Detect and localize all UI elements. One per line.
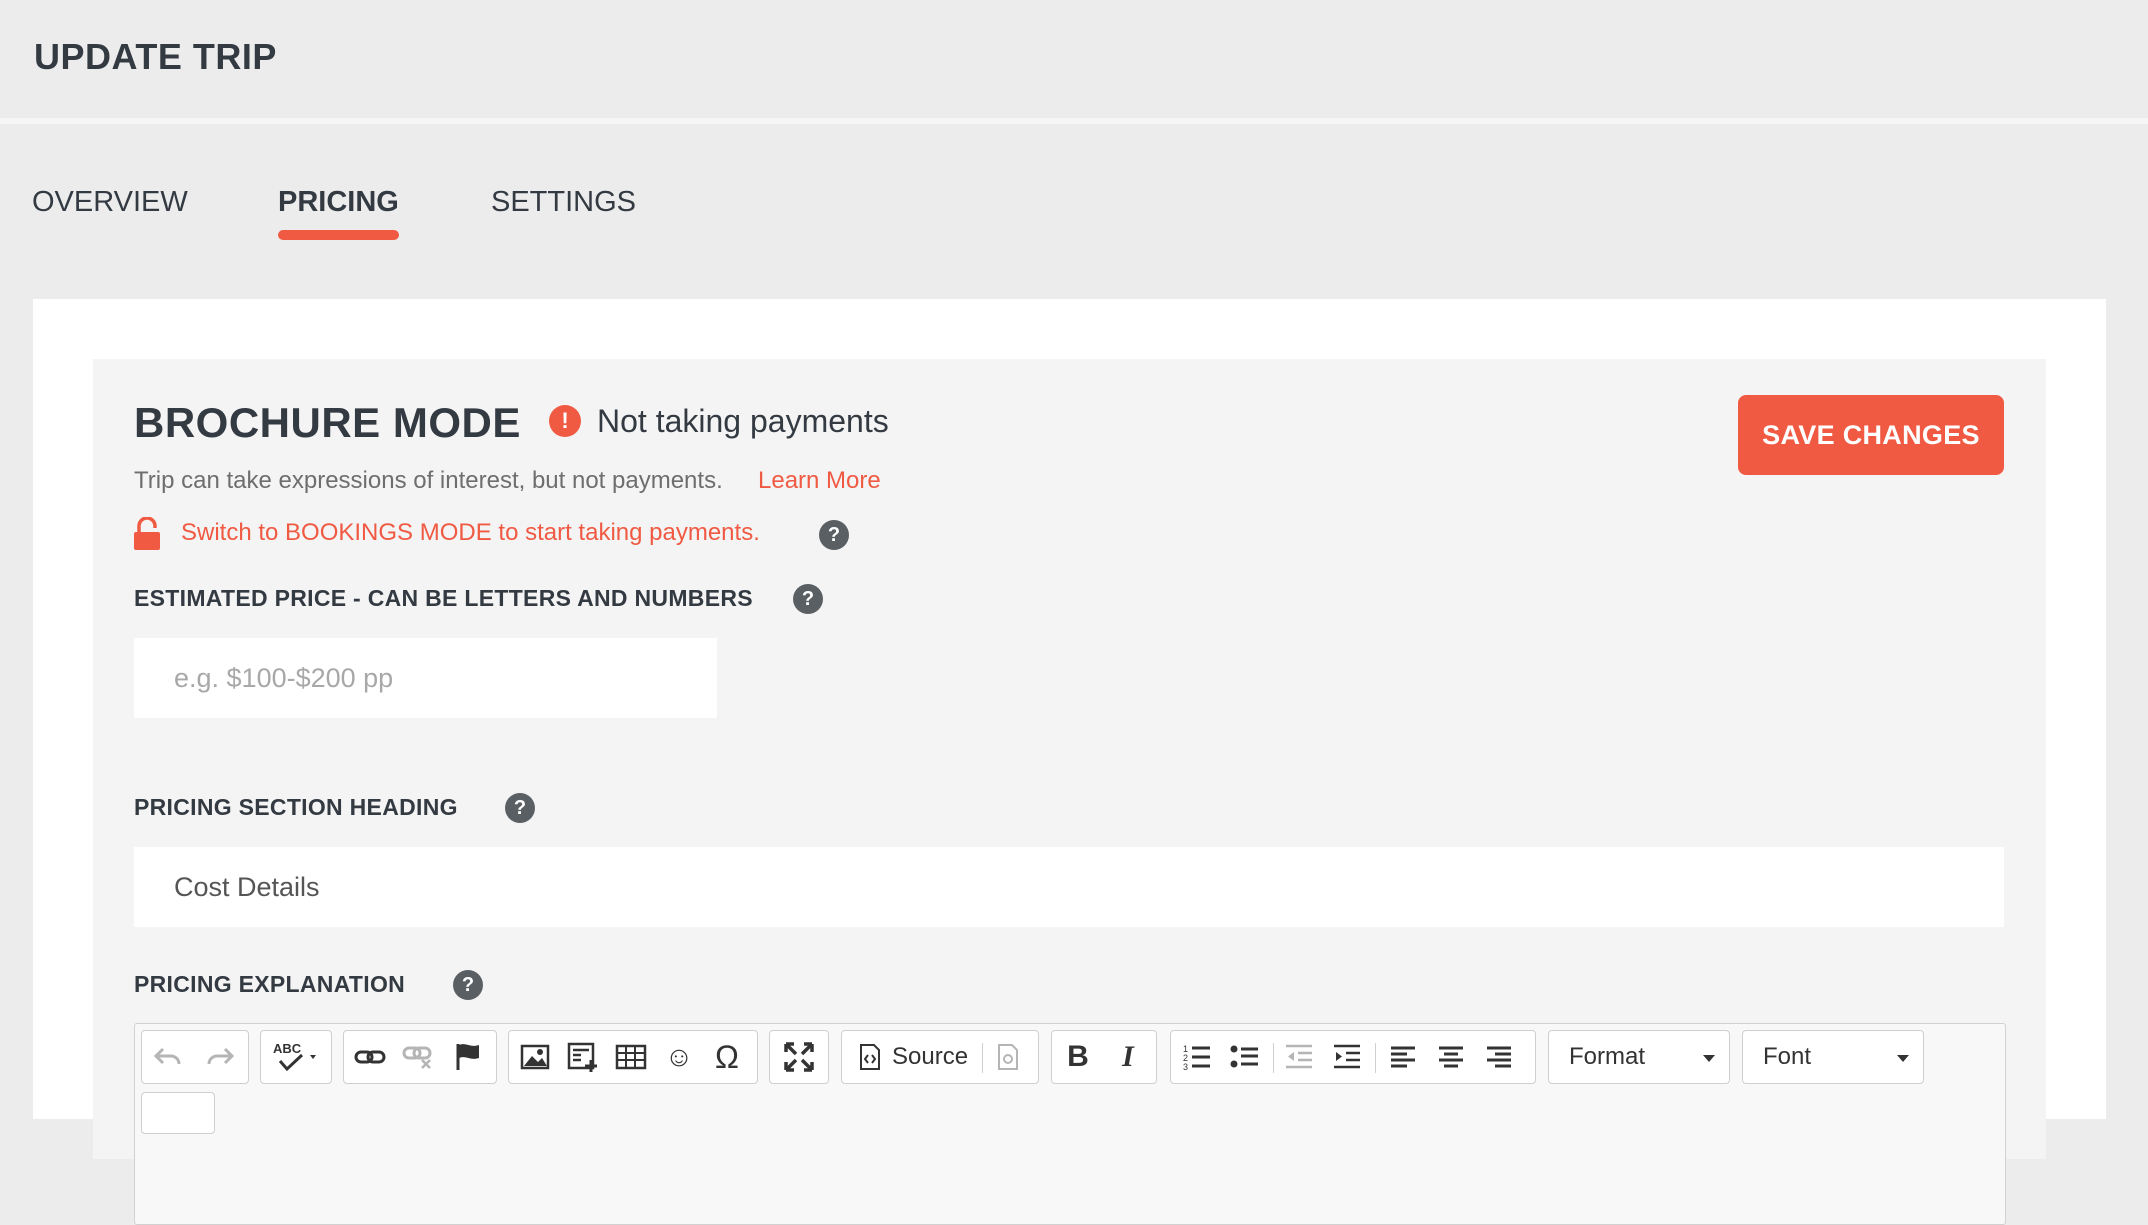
tab-overview[interactable]: OVERVIEW — [32, 186, 188, 219]
image-icon[interactable] — [515, 1037, 555, 1077]
format-dropdown[interactable]: Format — [1548, 1030, 1730, 1084]
exclamation-icon: ! — [549, 405, 581, 437]
table-icon[interactable] — [611, 1037, 651, 1077]
pricing-heading-input[interactable] — [134, 847, 2004, 927]
pricing-heading-label: PRICING SECTION HEADING — [134, 794, 458, 820]
toolbar-separator — [982, 1043, 983, 1073]
top-bar: UPDATE TRIP — [0, 0, 2148, 124]
template-icon[interactable] — [563, 1037, 603, 1077]
rich-text-editor: ABC ☺ Ω Source B I 1 2 3 Format Font — [134, 1023, 2006, 1225]
switch-help-icon[interactable]: ? — [819, 520, 849, 550]
spellcheck-icon[interactable]: ABC — [269, 1037, 325, 1077]
source-button-label[interactable]: Source — [892, 1043, 968, 1071]
pricing-heading-help-icon[interactable]: ? — [505, 793, 535, 823]
undo-icon[interactable] — [148, 1037, 188, 1077]
history-toolbar-group — [141, 1030, 249, 1084]
source-code-icon[interactable] — [850, 1037, 890, 1077]
pricing-explanation-help-icon[interactable]: ? — [453, 970, 483, 1000]
mode-description: Trip can take expressions of interest, b… — [134, 467, 723, 494]
increase-indent-icon[interactable] — [1327, 1037, 1367, 1077]
maximize-toolbar-group — [769, 1030, 829, 1084]
chevron-down-icon — [1897, 1055, 1909, 1062]
pricing-panel: BROCHURE MODE ! Not taking payments SAVE… — [93, 359, 2046, 1225]
pricing-explanation-label: PRICING EXPLANATION — [134, 971, 406, 997]
align-right-icon[interactable] — [1479, 1037, 1519, 1077]
save-changes-button[interactable]: SAVE CHANGES — [1738, 395, 2004, 475]
active-tab-indicator — [278, 230, 399, 240]
font-dropdown[interactable]: Font — [1742, 1030, 1924, 1084]
switch-bookings-mode-link[interactable]: Switch to BOOKINGS MODE to start taking … — [181, 519, 760, 547]
insert-toolbar-group: ☺ Ω — [508, 1030, 758, 1084]
maximize-icon[interactable] — [779, 1037, 819, 1077]
unlocked-lock-icon — [134, 517, 160, 550]
unlink-icon[interactable] — [398, 1037, 438, 1077]
source-toolbar-group: Source — [841, 1030, 1039, 1084]
italic-icon[interactable]: I — [1108, 1037, 1148, 1077]
toolbar-second-row-group — [141, 1092, 215, 1134]
estimated-price-help-icon[interactable]: ? — [793, 584, 823, 614]
estimated-price-label: ESTIMATED PRICE - CAN BE LETTERS AND NUM… — [134, 585, 753, 611]
format-dropdown-label: Format — [1569, 1043, 1646, 1070]
align-left-icon[interactable] — [1383, 1037, 1423, 1077]
paragraph-toolbar-group: 123 — [1170, 1030, 1536, 1084]
spellcheck-toolbar-group: ABC — [260, 1030, 332, 1084]
font-dropdown-label: Font — [1763, 1043, 1812, 1070]
redo-icon[interactable] — [200, 1037, 240, 1077]
link-icon[interactable] — [350, 1037, 390, 1077]
tab-settings[interactable]: SETTINGS — [491, 186, 636, 219]
mode-title: BROCHURE MODE — [134, 399, 521, 446]
toolbar-separator — [1375, 1043, 1376, 1073]
basic-style-toolbar-group: B I — [1051, 1030, 1157, 1084]
svg-text:ABC: ABC — [273, 1041, 302, 1056]
page-title: UPDATE TRIP — [34, 36, 277, 77]
learn-more-link[interactable]: Learn More — [758, 467, 881, 495]
anchor-flag-icon[interactable] — [448, 1037, 488, 1077]
tab-pricing[interactable]: PRICING — [278, 186, 399, 240]
tab-pricing-label: PRICING — [278, 186, 399, 218]
numbered-list-icon[interactable]: 123 — [1177, 1037, 1217, 1077]
estimated-price-input[interactable] — [134, 638, 717, 718]
link-toolbar-group — [343, 1030, 497, 1084]
preview-document-icon[interactable] — [988, 1037, 1028, 1077]
bold-icon[interactable]: B — [1058, 1037, 1098, 1077]
special-character-omega-icon[interactable]: Ω — [707, 1037, 747, 1077]
mode-status: Not taking payments — [597, 403, 889, 439]
svg-text:3: 3 — [1183, 1062, 1188, 1071]
smiley-icon[interactable]: ☺ — [659, 1037, 699, 1077]
bulleted-list-icon[interactable] — [1225, 1037, 1265, 1077]
align-center-icon[interactable] — [1431, 1037, 1471, 1077]
decrease-indent-icon[interactable] — [1279, 1037, 1319, 1077]
content-card: BROCHURE MODE ! Not taking payments SAVE… — [33, 299, 2106, 1225]
chevron-down-icon — [1703, 1055, 1715, 1062]
toolbar-separator — [1273, 1043, 1274, 1073]
